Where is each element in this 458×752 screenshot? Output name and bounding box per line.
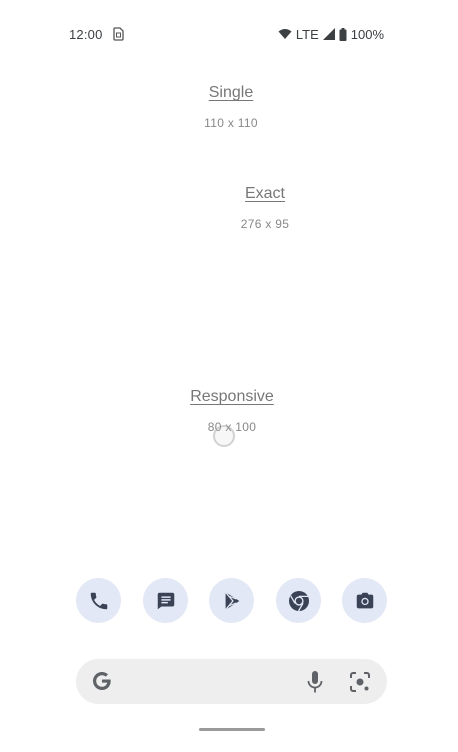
camera-icon (354, 590, 376, 612)
play-store-app-button[interactable] (209, 578, 254, 623)
touch-indicator (213, 425, 235, 447)
mic-icon[interactable] (306, 670, 324, 699)
widget-exact[interactable]: Exact 276 x 95 (215, 185, 315, 231)
chrome-icon (287, 589, 311, 613)
navigation-handle[interactable] (199, 728, 265, 731)
signal-icon (322, 28, 335, 40)
widget-single[interactable]: Single 110 x 110 (181, 84, 281, 130)
wifi-icon (278, 28, 292, 40)
widget-size: 110 x 110 (204, 116, 258, 130)
chrome-app-button[interactable] (276, 578, 321, 623)
play-store-icon (221, 590, 243, 612)
status-indicators: LTE 100% (278, 25, 384, 43)
messages-app-button[interactable] (143, 578, 188, 623)
battery-icon (339, 27, 347, 41)
widget-title: Responsive (190, 388, 274, 405)
status-bar: 12:00 LTE 100% (0, 0, 458, 68)
sim-card-icon (113, 27, 124, 41)
battery-percent: 100% (350, 26, 384, 42)
status-time: 12:00 (69, 27, 103, 42)
google-search-bar[interactable] (76, 659, 387, 704)
widget-responsive[interactable]: Responsive 80 x 100 (172, 388, 292, 434)
google-g-icon (90, 669, 114, 698)
widget-size: 276 x 95 (240, 217, 290, 231)
lens-icon[interactable] (348, 670, 372, 699)
phone-icon (88, 590, 110, 612)
camera-app-button[interactable] (342, 578, 387, 623)
phone-app-button[interactable] (76, 578, 121, 623)
network-type: LTE (295, 26, 319, 42)
widget-title: Single (208, 84, 254, 101)
widget-title: Exact (244, 185, 285, 202)
messages-icon (155, 590, 177, 612)
app-dock (0, 578, 458, 624)
